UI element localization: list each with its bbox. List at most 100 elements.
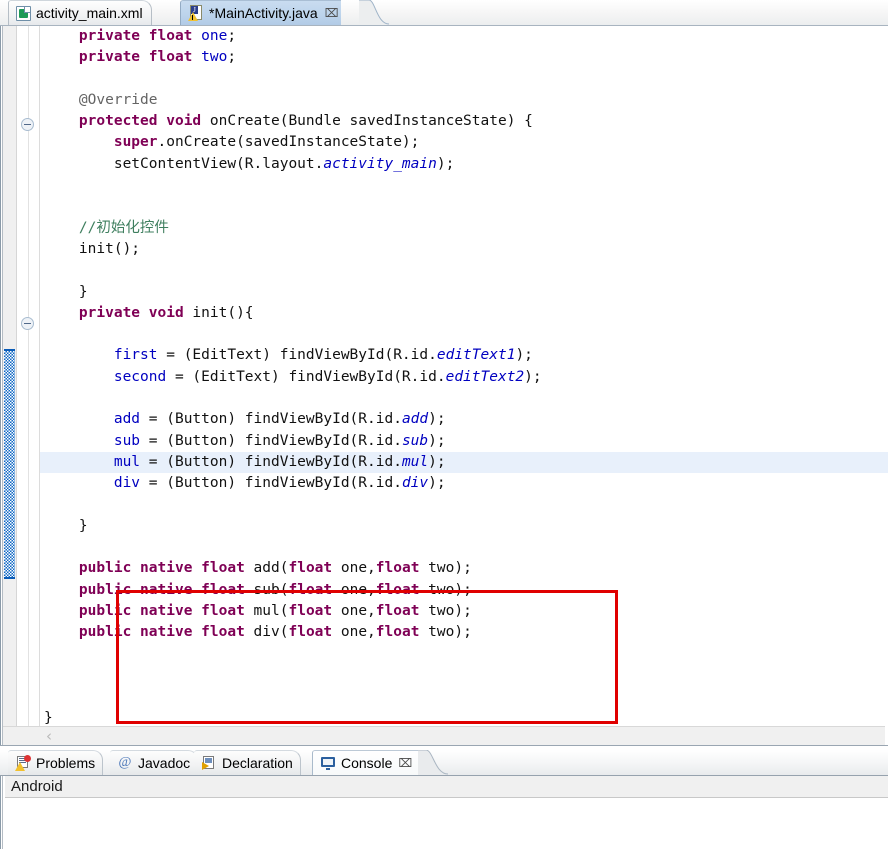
code-token: native [140,603,193,620]
code-area[interactable]: private float one; private float two; @O… [40,26,888,726]
code-token: public [78,603,132,620]
code-token: void [148,304,184,321]
code-token: private [78,28,141,44]
problems-icon [15,755,31,771]
code-token: super [113,134,158,151]
javadoc-icon: @ [118,755,132,770]
tab-problems[interactable]: Problems [8,750,104,775]
code-token: sub [113,432,141,449]
code-line: public native float mul(float one,float … [78,603,472,620]
code-token: void [166,113,202,130]
modified-lines-bar [4,349,15,579]
editor-tab-bar: activity_main.xml J *MainActivity.java ⌧ [0,0,888,26]
tab-label: Problems [36,755,96,771]
code-token: public [78,581,132,598]
collapse-marker-oncreate[interactable] [21,118,34,131]
editor-horizontal-scrollbar[interactable]: ‹ [3,726,885,745]
code-token: public [78,560,132,577]
code-line: first = (EditText) findViewById(R.id.edi… [113,347,533,364]
scroll-left-icon[interactable]: ‹ [46,729,58,744]
code-token: float [148,28,193,44]
code-token: native [140,581,193,598]
code-token: add [113,411,141,428]
code-token: mul [401,453,429,470]
code-token: float [375,603,420,620]
code-token: first [113,347,158,364]
code-token: @Override [78,91,158,108]
code-line: second = (EditText) findViewById(R.id.ed… [113,368,542,385]
code-token: float [201,581,245,598]
code-token: float [201,560,245,577]
code-token: //初始化控件 [78,219,169,236]
tab-declaration[interactable]: Declaration [194,750,301,775]
code-line: @Override [40,90,542,111]
code-token: public [78,624,132,641]
code-line: private float two; [78,49,237,66]
bottom-view-panel: Problems @ Javadoc Declaration Console ⌧ [0,748,888,849]
tab-console[interactable]: Console ⌧ [312,750,420,775]
tab-label: Javadoc [138,755,191,771]
console-icon [320,755,336,771]
code-line: protected void onCreate(Bundle savedInst… [78,113,533,130]
code-token: private [78,304,141,321]
code-line: } [78,283,88,300]
java-file-warning-icon: J [188,5,204,21]
code-line: private void init(){ [78,304,254,321]
code-token: native [140,560,193,577]
tab-slope-decoration [359,0,389,25]
code-token: float [201,603,245,620]
console-title: Android [5,776,888,798]
editor-tab-label: activity_main.xml [36,5,143,21]
tab-label: Console [341,755,393,771]
code-line: } [78,517,88,534]
code-token: float [288,560,333,577]
code-line: setContentView(R.layout.activity_main); [113,155,455,172]
console-output[interactable] [5,799,888,849]
code-line: sub = (Button) findViewById(R.id.sub); [113,432,446,449]
close-icon[interactable]: ⌧ [398,756,412,770]
code-token: protected [78,113,158,130]
code-token: float [288,624,333,641]
editor-tab-mainactivity-java[interactable]: J *MainActivity.java ⌧ [180,0,341,25]
editor-tab-label: *MainActivity.java [209,5,318,21]
console-frame-left-inner2 [2,776,3,849]
code-token: div [113,475,141,492]
code-line: private float one; [78,28,237,44]
code-line: div = (Button) findViewById(R.id.div); [113,475,446,492]
source-code[interactable]: private float one; private float two; @O… [40,26,542,726]
code-token: add [401,411,429,428]
folding-guide-line [28,26,29,726]
editor-tab-activity-main-xml[interactable]: activity_main.xml [8,0,152,25]
code-line: public native float sub(float one,float … [78,581,472,598]
xml-file-icon [16,5,31,21]
code-line: mul = (Button) findViewById(R.id.mul); [113,453,446,470]
code-token: editText1 [436,347,516,364]
bottom-tab-slope-decoration [418,750,448,775]
code-token: private [78,49,141,66]
code-token: div [401,475,429,492]
collapse-marker-init[interactable] [21,317,34,330]
code-token: editText2 [445,368,525,385]
close-icon[interactable]: ⌧ [325,7,339,19]
code-line: public native float div(float one,float … [78,624,472,641]
code-token: float [288,603,333,620]
code-token: float [375,624,420,641]
code-token: second [113,368,167,385]
code-line: public native float add(float one,float … [78,560,472,577]
folding-gutter[interactable] [17,26,39,726]
code-token: float [148,49,193,66]
code-token: mul [113,453,141,470]
declaration-icon [201,755,217,771]
code-line: } [44,709,53,726]
code-token: float [375,560,420,577]
code-token: float [288,581,333,598]
tab-javadoc[interactable]: @ Javadoc [110,750,199,775]
